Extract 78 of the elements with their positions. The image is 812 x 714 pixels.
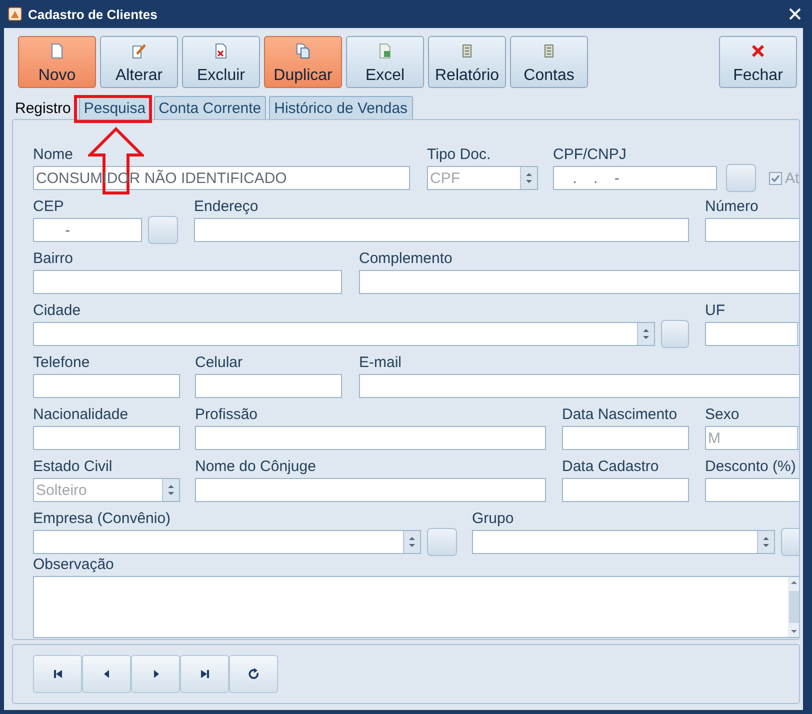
dropdown-field[interactable]	[472, 530, 775, 554]
field-label: Tipo Doc.	[427, 146, 492, 165]
close-icon	[750, 43, 766, 59]
scrollbar[interactable]	[788, 577, 799, 637]
input-field[interactable]	[195, 374, 342, 398]
toolbar-button[interactable]: Fechar	[719, 36, 797, 88]
dropdown-field[interactable]	[33, 322, 655, 346]
lookup-button[interactable]	[148, 216, 178, 244]
input-field[interactable]	[195, 426, 546, 450]
field-label: Número	[705, 198, 760, 217]
field-label: CPF/CNPJ	[553, 146, 628, 165]
refresh-icon	[248, 668, 260, 680]
field-label: Bairro	[33, 250, 74, 269]
first-record-icon	[52, 668, 64, 680]
spinner-icon[interactable]	[403, 531, 420, 553]
spinner-icon[interactable]	[757, 531, 774, 553]
last-record-icon	[198, 668, 210, 680]
field-label: Nome do Cônjuge	[195, 458, 317, 477]
field-label: CEP	[33, 198, 65, 217]
pencil-icon	[131, 43, 147, 59]
input-field[interactable]	[705, 218, 799, 242]
field-label: Nacionalidade	[33, 406, 130, 425]
checkbox-label: At	[785, 170, 799, 186]
dropdown-field[interactable]	[705, 322, 799, 346]
tab[interactable]: Conta Corrente	[154, 96, 266, 119]
input-field[interactable]	[705, 478, 799, 502]
copy-icon	[295, 43, 311, 59]
document-icon	[49, 43, 65, 59]
window-title: Cadastro de Clientes	[28, 6, 158, 22]
app-icon	[8, 7, 22, 21]
text-area[interactable]	[33, 576, 799, 638]
field-label: Grupo	[472, 510, 515, 529]
input-field[interactable]	[33, 426, 180, 450]
field-label: Endereço	[194, 198, 260, 217]
input-field[interactable]	[194, 218, 689, 242]
field-label: Empresa (Convênio)	[33, 510, 172, 529]
field-label: Telefone	[33, 354, 91, 373]
field-label: Profissão	[195, 406, 259, 425]
field-label: Nome	[33, 146, 74, 165]
dropdown-field[interactable]	[33, 530, 421, 554]
field-label: UF	[705, 302, 726, 321]
lookup-button[interactable]	[661, 320, 689, 348]
input-field[interactable]	[562, 478, 689, 502]
toolbar-button[interactable]: Relatório	[428, 36, 506, 88]
field-label: Estado Civil	[33, 458, 114, 477]
field-label: Desconto (%)	[705, 458, 797, 477]
close-icon[interactable]	[789, 8, 801, 20]
toolbar-button[interactable]: Novo	[18, 36, 96, 88]
input-field[interactable]	[359, 270, 799, 294]
delete-document-icon	[213, 43, 229, 59]
input-field[interactable]: . . -	[553, 166, 717, 190]
toolbar-button[interactable]: Excluir	[182, 36, 260, 88]
field-label: Complemento	[359, 250, 454, 269]
toolbar-button[interactable]: Alterar	[100, 36, 178, 88]
field-label: Cidade	[33, 302, 82, 321]
toolbar-button[interactable]: Excel	[346, 36, 424, 88]
field-label: E-mail	[359, 354, 403, 373]
field-label: Celular	[195, 354, 244, 373]
field-label: Observação	[33, 556, 115, 575]
input-field[interactable]	[359, 374, 799, 398]
field-label: Sexo	[705, 406, 740, 425]
field-label: Data Nascimento	[562, 406, 678, 425]
toolbar-button[interactable]: Duplicar	[264, 36, 342, 88]
navigation-button[interactable]	[33, 655, 82, 693]
tab[interactable]: Histórico de Vendas	[269, 96, 413, 119]
input-field[interactable]	[33, 270, 342, 294]
input-field[interactable]: -	[33, 218, 142, 242]
lookup-button[interactable]	[726, 164, 756, 192]
spreadsheet-icon	[377, 43, 393, 59]
navigation-button[interactable]	[229, 655, 278, 693]
input-field[interactable]	[562, 426, 689, 450]
input-field[interactable]	[195, 478, 546, 502]
spinner-icon[interactable]	[637, 323, 654, 345]
navigation-button[interactable]	[180, 655, 229, 693]
input-field[interactable]	[33, 374, 180, 398]
lookup-button[interactable]	[427, 528, 457, 556]
field-label: Data Cadastro	[562, 458, 660, 477]
toolbar-button[interactable]: Contas	[510, 36, 588, 88]
